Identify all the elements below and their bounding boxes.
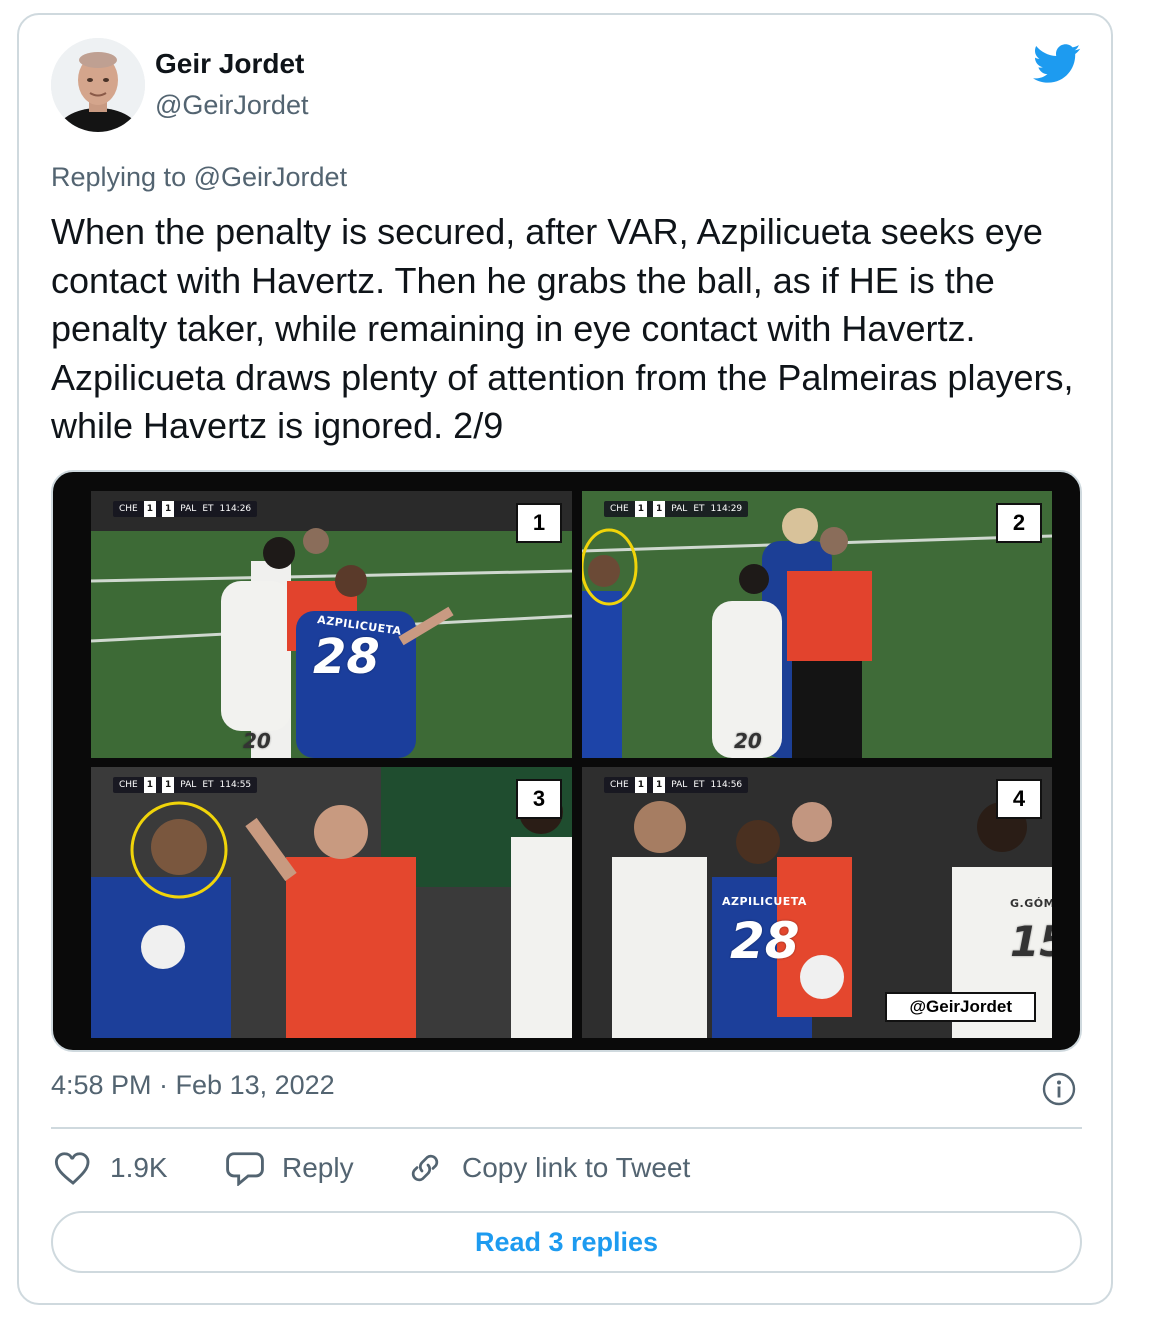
tweet-text: When the penalty is secured, after VAR, … <box>51 211 1074 446</box>
score-home-team: CHE <box>610 780 629 790</box>
media-panel-1: CHE 1 1 PAL ET 114:26 1 AZPILICUETA 28 2… <box>91 491 572 758</box>
read-replies-button[interactable]: Read 3 replies <box>51 1211 1082 1273</box>
panel-number: 1 <box>516 503 562 543</box>
score-home-team: CHE <box>610 504 629 514</box>
reply-label: Reply <box>282 1152 354 1183</box>
comment-icon <box>226 1152 264 1186</box>
replying-prefix: Replying to <box>51 162 187 192</box>
media-watermark: @GeirJordet <box>885 992 1036 1022</box>
tweet-timestamp[interactable]: 4:58 PM · Feb 13, 2022 <box>51 1070 335 1101</box>
info-icon[interactable] <box>1042 1072 1076 1106</box>
panel-number: 3 <box>516 779 562 819</box>
jersey-name: AZPILICUETA <box>722 895 807 908</box>
media-panel-3: CHE 1 1 PAL ET 114:55 3 <box>91 767 572 1038</box>
user-name[interactable]: Geir Jordet <box>155 48 304 80</box>
heart-icon <box>54 1152 90 1185</box>
jersey-name: G.GÓMEZ <box>1010 897 1052 910</box>
like-count: 1.9K <box>110 1152 168 1183</box>
divider <box>51 1127 1082 1129</box>
media-panel-2: CHE 1 1 PAL ET 114:29 2 20 <box>582 491 1052 758</box>
score-away: 1 <box>653 777 666 793</box>
score-away: 1 <box>162 777 175 793</box>
scorebug: CHE 1 1 PAL ET 114:55 <box>113 777 258 793</box>
score-away-team: PAL <box>180 504 197 514</box>
user-handle[interactable]: @GeirJordet <box>155 90 308 121</box>
jersey-number: 28 <box>730 912 800 970</box>
match-clock: 114:55 <box>219 780 252 790</box>
panel-number: 2 <box>996 503 1042 543</box>
score-away-team: PAL <box>671 780 688 790</box>
score-home: 1 <box>634 501 648 517</box>
jersey-number: 20 <box>734 729 762 753</box>
avatar[interactable] <box>51 38 145 132</box>
like-button[interactable]: 1.9K <box>54 1150 168 1186</box>
jersey-number: 20 <box>243 729 271 753</box>
score-home: 1 <box>143 501 157 517</box>
score-home: 1 <box>143 777 157 793</box>
jersey-number: 15 <box>1010 917 1052 966</box>
twitter-bird-icon[interactable] <box>1033 44 1081 84</box>
panel-number: 4 <box>996 779 1042 819</box>
score-away: 1 <box>162 501 175 517</box>
replying-handle-link[interactable]: @GeirJordet <box>194 162 347 192</box>
score-away-team: PAL <box>180 780 197 790</box>
match-clock: 114:56 <box>710 780 743 790</box>
link-icon <box>411 1154 439 1182</box>
reply-button[interactable]: Reply <box>226 1150 354 1186</box>
copy-link-button[interactable]: Copy link to Tweet <box>406 1150 690 1186</box>
score-home: 1 <box>634 777 648 793</box>
match-clock: 114:26 <box>219 504 252 514</box>
tweet-media[interactable]: CHE 1 1 PAL ET 114:26 1 AZPILICUETA 28 2… <box>51 470 1082 1052</box>
scorebug: CHE 1 1 PAL ET 114:26 <box>113 501 258 517</box>
copy-link-label: Copy link to Tweet <box>462 1152 691 1183</box>
extra-time-label: ET <box>202 504 214 514</box>
scorebug: CHE 1 1 PAL ET 114:29 <box>604 501 749 517</box>
extra-time-label: ET <box>693 504 705 514</box>
score-away-team: PAL <box>671 504 688 514</box>
replying-to: Replying to @GeirJordet <box>51 162 347 193</box>
score-home-team: CHE <box>119 780 138 790</box>
match-clock: 114:29 <box>710 504 743 514</box>
scorebug: CHE 1 1 PAL ET 114:56 <box>604 777 749 793</box>
extra-time-label: ET <box>202 780 214 790</box>
score-away: 1 <box>653 501 666 517</box>
jersey-number: 28 <box>313 629 380 685</box>
extra-time-label: ET <box>693 780 705 790</box>
score-home-team: CHE <box>119 504 138 514</box>
